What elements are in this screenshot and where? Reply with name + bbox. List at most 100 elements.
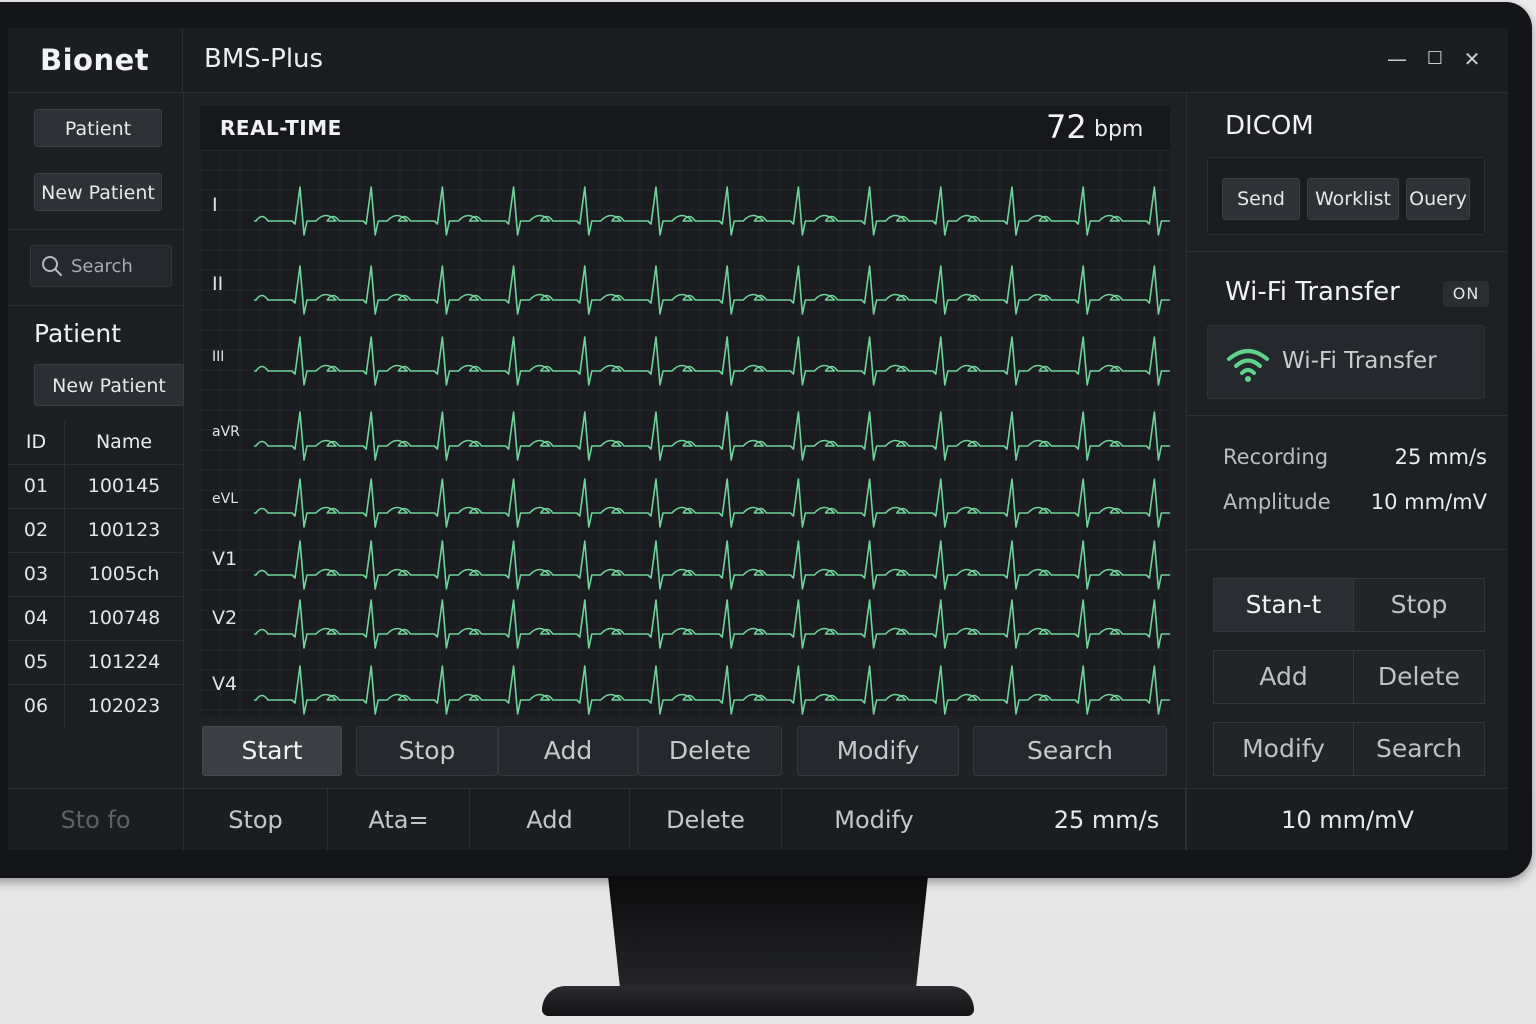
wifi-title: Wi-Fi Transfer: [1225, 277, 1400, 307]
search-icon: [42, 256, 62, 276]
column-header-id: ID: [8, 421, 65, 464]
lead-label: III: [212, 349, 224, 365]
recording-value: 25 mm/s: [1394, 445, 1487, 469]
panel-divider: [1187, 415, 1508, 416]
row-name: 100123: [87, 519, 161, 541]
ecg-lead-trace: [254, 540, 1170, 590]
ecg-panel: REAL-TIME 72 bpm I II III aVR eVL V1 V2 V4: [200, 106, 1170, 716]
amplitude-label: Amplitude: [1223, 490, 1331, 514]
row-name: 102023: [87, 695, 161, 717]
row-id: 05: [8, 641, 65, 684]
lead-label: aVR: [212, 424, 240, 440]
row-id: 06: [8, 685, 65, 728]
recording-label: Recording: [1223, 445, 1329, 469]
modify-button[interactable]: Modify: [797, 726, 959, 776]
wifi-status-badge[interactable]: ON: [1443, 281, 1489, 307]
start-button[interactable]: Start: [202, 726, 342, 776]
wifi-icon: [1227, 349, 1269, 382]
lead-label: V1: [212, 548, 237, 570]
column-header-name: Name: [95, 431, 153, 453]
amplitude-value: 10 mm/mV: [1370, 490, 1487, 514]
ecg-lead-trace: [254, 411, 1170, 461]
monitor-stand-base: [542, 986, 974, 1016]
table-row[interactable]: 02 100123: [8, 509, 183, 553]
patient-table: ID Name 01 100145 02 100123 03 1005ch 04…: [8, 421, 183, 728]
panel-start-button[interactable]: Stan‑t: [1213, 578, 1354, 632]
panel-delete-button[interactable]: Delete: [1353, 650, 1485, 704]
lead-label: V4: [212, 673, 237, 695]
wifi-transfer-label: Wi-Fi Transfer: [1282, 348, 1437, 374]
lead-label: II: [212, 273, 223, 295]
row-id: 03: [8, 553, 65, 596]
status-bar: Sto fo Stop Ata= Add Delete Modify 25 mm…: [8, 788, 1508, 850]
dicom-title: DICOM: [1225, 111, 1314, 141]
brand-cell: Bionet: [8, 28, 183, 92]
status-ata-button[interactable]: Ata=: [328, 789, 470, 850]
table-row[interactable]: 06 102023: [8, 685, 183, 728]
title-bar: Bionet BMS-Plus — ☐ ✕: [8, 28, 1508, 93]
lead-label: eVL: [212, 491, 238, 507]
new-patient-button[interactable]: New Patient: [34, 173, 162, 211]
close-icon[interactable]: ✕: [1459, 46, 1485, 72]
maximize-icon[interactable]: ☐: [1422, 46, 1448, 72]
row-id: 02: [8, 509, 65, 552]
status-stop-button[interactable]: Stop: [184, 789, 328, 850]
heart-rate-value: 72: [1046, 108, 1087, 146]
ecg-lead-trace: [254, 336, 1170, 386]
status-amplitude: 10 mm/mV: [1186, 789, 1508, 850]
ecg-lead-trace: [254, 478, 1170, 528]
ecg-lead-trace: [254, 186, 1170, 236]
section-new-patient-button[interactable]: New Patient: [34, 364, 184, 406]
row-id: 04: [8, 597, 65, 640]
panel-stop-button[interactable]: Stop: [1353, 578, 1485, 632]
panel-add-button[interactable]: Add: [1213, 650, 1354, 704]
search-button[interactable]: Search: [973, 726, 1167, 776]
status-delete-button[interactable]: Delete: [630, 789, 782, 850]
lead-label: V2: [212, 607, 237, 629]
stop-button[interactable]: Stop: [356, 726, 498, 776]
app-window: Bionet BMS-Plus — ☐ ✕ Patient New Patien…: [8, 28, 1508, 850]
patient-section-title: Patient: [34, 319, 122, 348]
row-name: 1005ch: [88, 563, 160, 585]
ecg-header: REAL-TIME 72 bpm: [200, 106, 1170, 151]
dicom-send-button[interactable]: Send: [1222, 178, 1300, 220]
row-name: 100748: [87, 607, 161, 629]
table-row[interactable]: 05 101224: [8, 641, 183, 685]
add-button[interactable]: Add: [498, 726, 638, 776]
status-modify-button[interactable]: Modify: [782, 789, 966, 850]
row-name: 101224: [87, 651, 161, 673]
search-box[interactable]: [30, 245, 172, 287]
status-left-text: Sto fo: [8, 789, 184, 850]
sidebar-divider: [8, 229, 183, 230]
delete-button[interactable]: Delete: [638, 726, 782, 776]
row-id: 01: [8, 465, 65, 508]
brand-logo: Bionet: [40, 43, 150, 77]
table-header: ID Name: [8, 421, 183, 465]
minimize-icon[interactable]: —: [1384, 46, 1410, 72]
table-row[interactable]: 03 1005ch: [8, 553, 183, 597]
dicom-query-button[interactable]: Ouery: [1406, 178, 1470, 220]
wifi-transfer-button[interactable]: Wi-Fi Transfer: [1207, 325, 1485, 399]
sidebar-divider: [8, 305, 183, 306]
table-row[interactable]: 01 100145: [8, 465, 183, 509]
heart-rate-unit: bpm: [1094, 117, 1144, 142]
status-add-button[interactable]: Add: [470, 789, 630, 850]
search-input[interactable]: [69, 254, 169, 278]
sidebar: Patient New Patient Patient New Patient …: [8, 93, 184, 788]
status-speed: 25 mm/s: [1028, 789, 1186, 850]
lead-label: I: [212, 194, 218, 216]
dicom-worklist-button[interactable]: Worklist: [1307, 178, 1399, 220]
panel-modify-button[interactable]: Modify: [1213, 722, 1354, 776]
ecg-lead-trace: [254, 599, 1170, 649]
ecg-waveform-canvas: IIIIIIaVReVLV1V2V4: [200, 150, 1170, 716]
app-title: BMS-Plus: [204, 44, 324, 74]
right-panel: DICOM Send Worklist Ouery Wi-Fi Transfer…: [1186, 93, 1508, 788]
panel-divider: [1187, 251, 1508, 252]
patient-button[interactable]: Patient: [34, 109, 162, 147]
row-name: 100145: [87, 475, 161, 497]
panel-search-button[interactable]: Search: [1353, 722, 1485, 776]
dicom-actions: Send Worklist Ouery: [1207, 157, 1485, 235]
realtime-label: REAL-TIME: [220, 116, 342, 140]
panel-divider: [1187, 549, 1508, 550]
table-row[interactable]: 04 100748: [8, 597, 183, 641]
